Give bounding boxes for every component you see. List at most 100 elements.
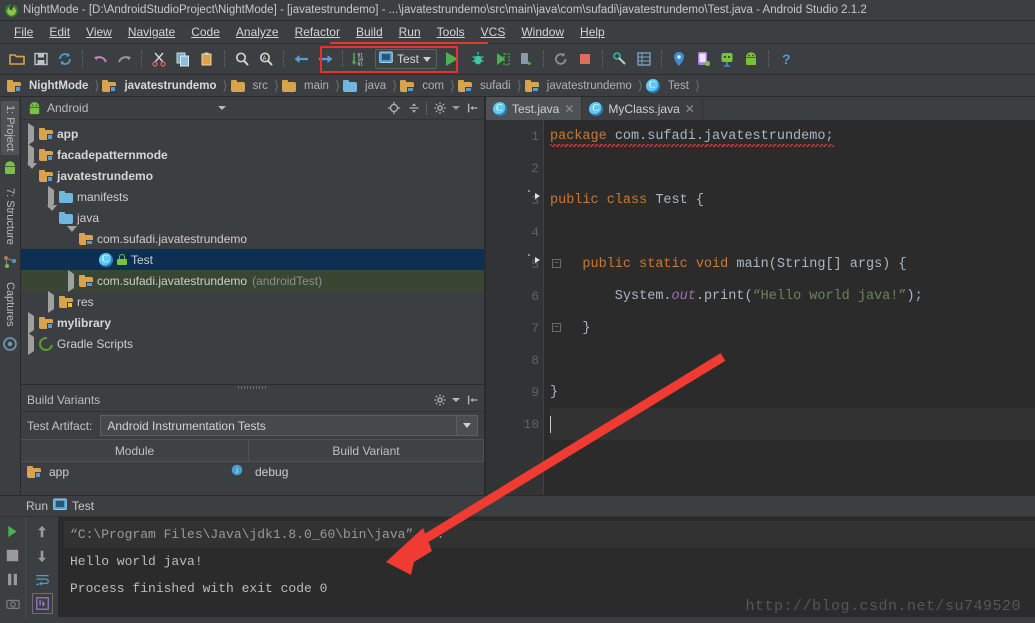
menu-item-code[interactable]: Code (183, 23, 228, 41)
scroll-to-end-icon[interactable] (31, 593, 53, 614)
menu-item-help[interactable]: Help (572, 23, 613, 41)
chevron-right-icon[interactable] (28, 332, 34, 355)
camera-icon[interactable] (2, 593, 23, 614)
tree-item-facadepatternmode[interactable]: facadepatternmode (21, 143, 484, 166)
back-icon[interactable] (290, 48, 312, 70)
save-all-icon[interactable] (30, 48, 52, 70)
breadcrumb-item-java[interactable]: java (341, 79, 391, 92)
menu-item-window[interactable]: Window (513, 23, 572, 41)
tree-item-package-main[interactable]: com.sufadi.javatestrundemo (21, 225, 484, 249)
sync-gradle-icon[interactable] (716, 48, 738, 70)
replace-icon[interactable]: A (255, 48, 277, 70)
breadcrumb-item-javatestrundemo-pkg[interactable]: javatestrundemo (523, 79, 637, 92)
menu-item-edit[interactable]: Edit (41, 23, 78, 41)
fold-minus-icon[interactable]: − (552, 259, 561, 268)
locate-icon[interactable] (386, 101, 401, 116)
soft-wrap-icon[interactable] (32, 569, 53, 590)
menu-item-view[interactable]: View (78, 23, 120, 41)
scroll-up-icon[interactable] (32, 521, 53, 542)
settings-gear-icon[interactable] (432, 393, 447, 408)
menu-item-build[interactable]: Build (348, 23, 391, 41)
help-icon[interactable]: ? (775, 48, 797, 70)
editor-gutter[interactable]: 1 2 3 4 5 6 7 8 9 10 (486, 120, 544, 495)
info-icon[interactable]: i (231, 464, 243, 479)
tree-item-gradle-scripts[interactable]: Gradle Scripts (21, 332, 484, 355)
chevron-down-icon[interactable] (452, 398, 460, 402)
chevron-down-icon[interactable] (67, 225, 77, 246)
layout-inspector-icon[interactable] (633, 48, 655, 70)
close-icon[interactable]: ✕ (564, 102, 574, 116)
open-folder-icon[interactable] (6, 48, 28, 70)
debug-icon[interactable] (467, 48, 489, 70)
run-configuration-selector[interactable]: Test (375, 49, 438, 69)
chevron-right-icon[interactable] (28, 311, 34, 334)
copy-icon[interactable] (172, 48, 194, 70)
tree-item-mylibrary[interactable]: mylibrary (21, 311, 484, 334)
project-tree[interactable]: app facadepatternmode javatestrundemo ma… (21, 120, 484, 384)
settings-gear-icon[interactable] (432, 101, 447, 116)
sync-icon[interactable] (54, 48, 76, 70)
tree-item-manifests[interactable]: manifests (21, 185, 484, 208)
edit-configurations-icon[interactable]: 01 10 01 (349, 48, 371, 70)
sidebar-item-structure[interactable]: 7: Structure (1, 184, 19, 249)
chevron-down-icon[interactable] (27, 162, 37, 183)
stop-icon[interactable] (2, 545, 23, 566)
menu-item-run[interactable]: Run (391, 23, 429, 41)
menu-item-tools[interactable]: Tools (429, 23, 473, 41)
menu-item-refactor[interactable]: Refactor (287, 23, 348, 41)
device-monitor-icon[interactable] (692, 48, 714, 70)
menu-item-navigate[interactable]: Navigate (120, 23, 183, 41)
menu-item-analyze[interactable]: Analyze (228, 23, 287, 41)
hide-panel-icon[interactable] (465, 101, 480, 116)
tree-item-package-androidtest[interactable]: com.sufadi.javatestrundemo (androidTest) (21, 269, 484, 292)
code-editor[interactable]: 1 2 3 4 5 6 7 8 9 10 package com.sufadi.… (486, 120, 1035, 495)
breadcrumb-item-com[interactable]: com (398, 79, 449, 92)
menu-item-vcs[interactable]: VCS (473, 23, 514, 41)
scroll-down-icon[interactable] (32, 545, 53, 566)
tree-item-javatestrundemo[interactable]: javatestrundemo (21, 162, 484, 186)
rerun-play-icon[interactable] (2, 521, 23, 542)
avd-manager-icon[interactable] (668, 48, 690, 70)
cut-icon[interactable] (148, 48, 170, 70)
tab-myclass-java[interactable]: C MyClass.java ✕ (582, 97, 703, 120)
hide-panel-icon[interactable] (465, 393, 480, 408)
menu-item-file[interactable]: File (6, 23, 41, 41)
fold-minus-icon[interactable]: − (552, 323, 561, 332)
rerun-icon[interactable] (550, 48, 572, 70)
breadcrumb-item-src[interactable]: src (229, 79, 273, 92)
chevron-down-icon[interactable] (452, 106, 460, 110)
paste-icon[interactable] (196, 48, 218, 70)
close-icon[interactable]: ✕ (685, 102, 695, 116)
tab-test-java[interactable]: C Test.java ✕ (486, 97, 583, 120)
collapse-all-icon[interactable] (406, 101, 421, 116)
code-text[interactable]: package com.sufadi.javatestrundemo; publ… (544, 120, 1035, 495)
breadcrumb-item-test[interactable]: C Test (644, 78, 694, 93)
chevron-down-icon[interactable] (218, 106, 227, 110)
attach-debugger-icon[interactable] (515, 48, 537, 70)
run-play-icon[interactable] (439, 48, 465, 70)
chevron-down-icon[interactable] (423, 56, 432, 62)
tree-item-res[interactable]: res (21, 290, 484, 313)
sdk-manager-icon[interactable] (609, 48, 631, 70)
run-class-icon[interactable] (528, 190, 540, 202)
android-icon[interactable] (740, 48, 762, 70)
sidebar-item-captures[interactable]: Captures (1, 278, 19, 331)
tree-item-test-class[interactable]: C Test (21, 249, 484, 270)
table-row[interactable]: app i debug (21, 462, 484, 481)
breadcrumb-item-sufadi[interactable]: sufadi (456, 79, 516, 92)
breadcrumb-item-javatestrundemo[interactable]: javatestrundemo (100, 79, 221, 92)
run-method-icon[interactable] (528, 254, 540, 266)
chevron-down-icon[interactable] (456, 416, 477, 435)
chevron-right-icon[interactable] (28, 122, 34, 145)
chevron-down-icon[interactable] (47, 204, 57, 225)
chevron-right-icon[interactable] (68, 269, 74, 292)
breadcrumb-item-nightmode[interactable]: NightMode (5, 79, 93, 92)
tree-item-java[interactable]: java (21, 204, 484, 228)
chevron-right-icon[interactable] (48, 290, 54, 313)
pause-icon[interactable] (2, 569, 23, 590)
forward-icon[interactable] (314, 48, 336, 70)
redo-icon[interactable] (113, 48, 135, 70)
stop-icon[interactable] (574, 48, 596, 70)
breadcrumb-item-main[interactable]: main (280, 79, 334, 92)
find-icon[interactable] (231, 48, 253, 70)
